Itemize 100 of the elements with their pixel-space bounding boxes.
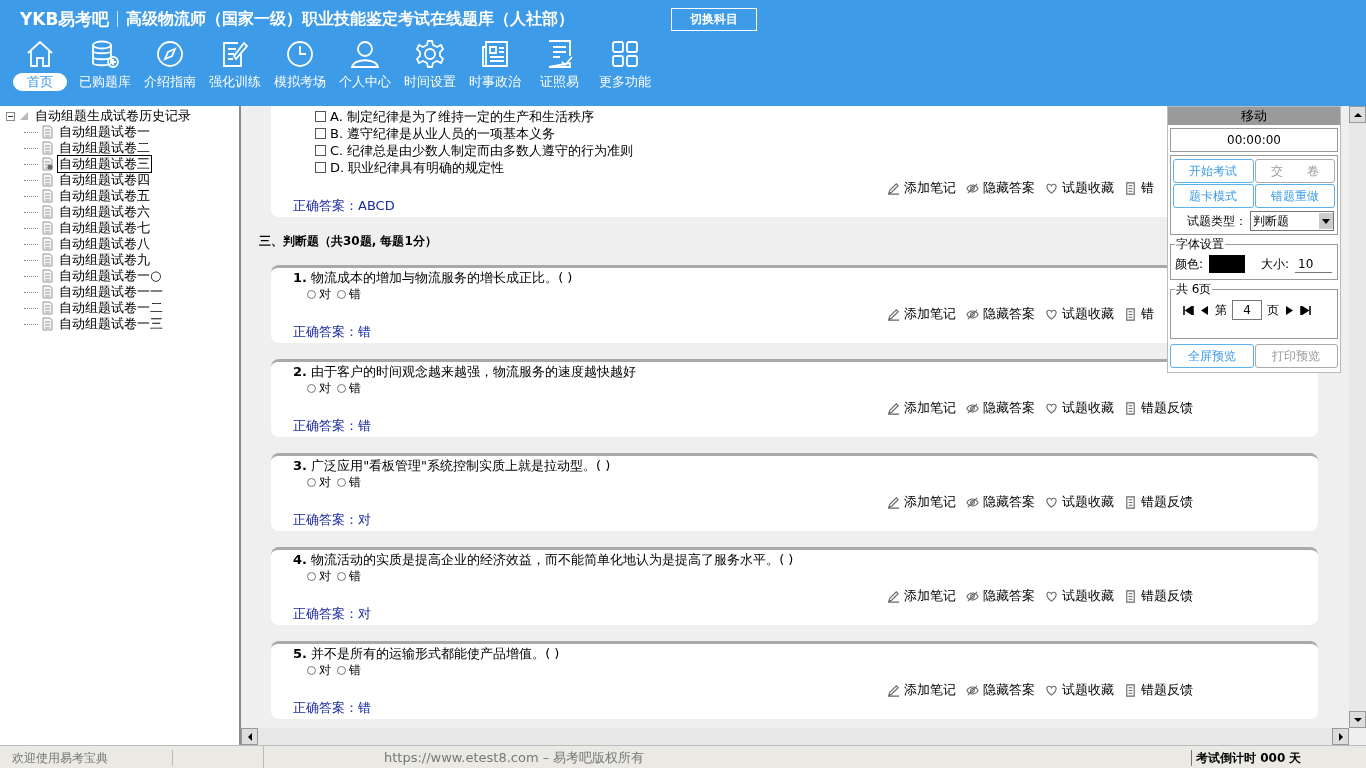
pencil-icon [887, 495, 900, 509]
option-label: 错 [349, 286, 361, 302]
tool-button[interactable]: 错题反馈 [1124, 588, 1193, 604]
tool-button[interactable]: 错 [1124, 306, 1154, 322]
tree-root[interactable]: 自动组题生成试卷历史记录 [33, 107, 193, 125]
panel-title[interactable]: 移动 [1168, 107, 1340, 125]
tool-button[interactable]: 隐藏答案 [966, 494, 1035, 510]
tool-button[interactable]: 试题收藏 [1045, 494, 1114, 510]
tool-button[interactable]: 错题反馈 [1124, 400, 1193, 416]
question-text: 5. 并不是所有的运输形式都能使产品增值。( ) [293, 646, 560, 662]
option-label: 对 [319, 380, 331, 396]
heart-icon [1045, 181, 1058, 195]
tool-button[interactable]: 试题收藏 [1045, 180, 1114, 196]
size-label: 大小: [1261, 256, 1290, 272]
question-text: 4. 物流活动的实质是提高企业的经济效益，而不能简单化地认为是提高了服务水平。( ) [293, 552, 794, 568]
size-field[interactable]: 10 [1295, 255, 1333, 273]
radio-button[interactable] [307, 289, 316, 299]
option-label: 对 [319, 662, 331, 678]
scroll-up-icon[interactable] [1353, 110, 1362, 119]
document-icon [42, 317, 53, 331]
tool-button[interactable]: 错题反馈 [1124, 682, 1193, 698]
question-text: 2. 由于客户的时间观念越来越强，物流服务的速度越快越好 [293, 364, 637, 380]
tree-item[interactable]: 自动组题试卷四 [57, 171, 152, 189]
tool-button[interactable]: 添加笔记 [887, 180, 956, 196]
tool-button[interactable]: 隐藏答案 [966, 588, 1035, 604]
document-icon [42, 141, 53, 155]
correct-answer: 正确答案：对 [293, 605, 371, 622]
radio-button[interactable] [337, 289, 346, 299]
settings-icon[interactable] [413, 38, 446, 70]
eye-slash-icon [966, 181, 979, 195]
option-text: D. 职业纪律具有明确的规定性 [330, 159, 505, 176]
radio-button[interactable] [307, 477, 316, 487]
option-text: B. 遵守纪律是从业人员的一项基本义务 [330, 125, 556, 142]
heart-icon [1045, 589, 1058, 603]
tree-item[interactable]: 自动组题试卷八 [57, 235, 152, 253]
heart-icon [1045, 683, 1058, 697]
tree-item[interactable]: 自动组题试卷一三 [57, 315, 165, 333]
tool-button[interactable]: 添加笔记 [887, 400, 956, 416]
option-text: A. 制定纪律是为了维持一定的生产和生活秩序 [330, 108, 594, 125]
last-page-icon[interactable] [1300, 305, 1311, 315]
heart-icon [1045, 307, 1058, 321]
radio-button[interactable] [337, 477, 346, 487]
tree-item[interactable]: 自动组题试卷一一 [57, 283, 165, 301]
radio-button[interactable] [307, 571, 316, 581]
document-icon [42, 285, 53, 299]
tool-button[interactable]: 试题收藏 [1045, 400, 1114, 416]
tool-button[interactable]: 隐藏答案 [966, 400, 1035, 416]
document-icon [42, 125, 53, 139]
tree-item[interactable]: 自动组题试卷六 [57, 203, 152, 221]
collapse-icon[interactable] [6, 111, 15, 121]
radio-button[interactable] [337, 383, 346, 393]
radio-button[interactable] [337, 571, 346, 581]
tool-button[interactable]: 隐藏答案 [966, 682, 1035, 698]
tool-button[interactable]: 试题收藏 [1045, 682, 1114, 698]
radio-button[interactable] [337, 665, 346, 675]
option-checkbox[interactable] [315, 111, 326, 122]
option-checkbox[interactable] [315, 128, 326, 139]
question-text: 3. 广泛应用"看板管理"系统控制实质上就是拉动型。( ) [293, 458, 611, 474]
option-label: 对 [319, 286, 331, 302]
radio-button[interactable] [307, 383, 316, 393]
scroll-right-icon[interactable] [1336, 732, 1345, 741]
previous-page-icon[interactable] [1199, 305, 1210, 315]
page-suffix: 页 [1267, 302, 1279, 318]
tree-item[interactable]: 自动组题试卷二 [57, 139, 152, 157]
type-dropdown[interactable]: 判断题 [1250, 211, 1334, 231]
tree-item[interactable]: 自动组题试卷一二 [57, 299, 165, 317]
tree-item[interactable]: 自动组题试卷五 [57, 187, 152, 205]
tool-button[interactable]: 添加笔记 [887, 306, 956, 322]
page-prefix: 第 [1215, 302, 1227, 318]
first-page-icon[interactable] [1183, 305, 1194, 315]
radio-button[interactable] [307, 665, 316, 675]
tree-item[interactable]: 自动组题试卷七 [57, 219, 152, 237]
option-checkbox[interactable] [315, 162, 326, 173]
tree-item[interactable]: 自动组题试卷九 [57, 251, 152, 269]
tool-button[interactable]: 试题收藏 [1045, 588, 1114, 604]
correct-answer: 正确答案：错 [293, 417, 371, 434]
tree-item[interactable]: 自动组题试卷一 [57, 123, 152, 141]
tree-item[interactable]: 自动组题试卷一○ [57, 267, 164, 285]
tree-item[interactable]: 自动组题试卷三 [57, 155, 152, 173]
scroll-down-icon[interactable] [1353, 715, 1362, 724]
user-icon[interactable] [348, 38, 381, 70]
tool-button[interactable]: 试题收藏 [1045, 306, 1114, 322]
document-icon [1124, 495, 1137, 509]
page-field[interactable]: 4 [1232, 300, 1262, 320]
tool-button[interactable]: 隐藏答案 [966, 306, 1035, 322]
document-icon [42, 301, 53, 315]
tool-button[interactable]: 错题反馈 [1124, 494, 1193, 510]
pencil-icon [887, 589, 900, 603]
color-swatch[interactable] [1209, 255, 1246, 273]
next-page-icon[interactable] [1284, 305, 1295, 315]
tool-button[interactable]: 添加笔记 [887, 682, 956, 698]
tool-button[interactable]: 添加笔记 [887, 588, 956, 604]
eye-slash-icon [966, 589, 979, 603]
correct-answer: 正确答案：错 [293, 699, 371, 716]
option-checkbox[interactable] [315, 145, 326, 156]
tool-button[interactable]: 添加笔记 [887, 494, 956, 510]
tool-button[interactable]: 错 [1124, 180, 1154, 196]
eye-slash-icon [966, 401, 979, 415]
tool-button[interactable]: 隐藏答案 [966, 180, 1035, 196]
caret-icon [1322, 218, 1330, 224]
